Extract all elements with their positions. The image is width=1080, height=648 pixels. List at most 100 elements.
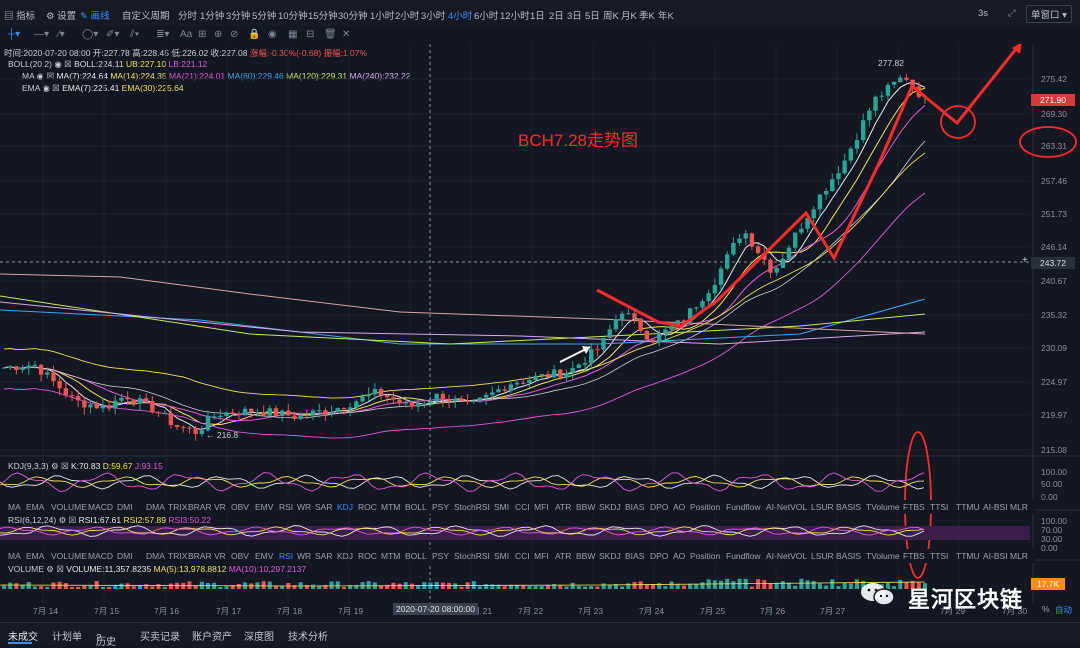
indicator-tab[interactable]: RSI [279,551,293,561]
indicator-tab[interactable]: MACD [88,551,113,561]
indicator-tab[interactable]: SAR [315,502,332,512]
tab-open-orders[interactable]: 未成交 [8,628,38,643]
indicator-tab[interactable]: TTSI [930,551,948,561]
indicator-tab[interactable]: Fundflow [726,551,761,561]
channel-tool-icon[interactable]: ⫽▾ [130,29,139,40]
text-tool-icon[interactable]: Aa [180,29,192,40]
indicator-tab[interactable]: DMA [146,502,165,512]
indicator-tab[interactable]: LSUR [811,502,834,512]
indicator-tab[interactable]: BRAR [188,502,212,512]
tab-depth[interactable]: 深度图 [244,628,274,643]
indicator-tab[interactable]: KDJ [337,502,353,512]
settings-button[interactable]: ⚙ 设置 [46,8,76,22]
indicator-tab[interactable]: TTMU [956,502,980,512]
indicator-tab[interactable]: EMA [26,551,44,561]
group-icon[interactable]: ▦ [288,29,297,40]
indicator-tab[interactable]: OBV [231,551,249,561]
indicator-tab[interactable]: TVolume [866,502,900,512]
period-tab[interactable]: 周K [603,8,619,22]
indicator-tab[interactable]: VR [214,502,226,512]
indicator-tab[interactable]: AO [673,502,685,512]
indicator-button[interactable]: ▤ 指标 [4,8,35,22]
indicator-tab[interactable]: DPO [650,502,668,512]
period-tab[interactable]: 12小时 [500,8,530,22]
indicator-tab[interactable]: BOLL [405,502,427,512]
indicator-tab[interactable]: ROC [358,502,377,512]
close-icon[interactable]: ☒ [61,461,69,471]
indicator-tab[interactable]: SMI [494,502,509,512]
indicator-tab[interactable]: FTBS [903,551,925,561]
indicator-tab[interactable]: ROC [358,551,377,561]
add-alert-icon[interactable]: + [1022,255,1028,266]
tab-technical[interactable]: 技术分析 [288,628,328,643]
indicator-tab[interactable]: MA [8,551,21,561]
indicator-tab[interactable]: RSI [279,502,293,512]
period-tab-active[interactable]: 4小时 [448,8,472,22]
period-tab[interactable]: 6小时 [474,8,498,22]
indicator-tab[interactable]: MFI [534,502,549,512]
indicator-tab[interactable]: AO [673,551,685,561]
period-tab[interactable]: 1小时 [370,8,394,22]
eye-icon[interactable]: ◉ [268,29,277,40]
indicator-tab[interactable]: EMA [26,502,44,512]
indicator-tab[interactable]: AI-BSI [983,551,1008,561]
indicator-tab[interactable]: MTM [381,551,400,561]
indicator-tab[interactable]: StochRSI [454,502,490,512]
period-tab[interactable]: 5日 [585,8,600,22]
indicator-tab[interactable]: MTM [381,502,400,512]
indicator-tab[interactable]: WR [297,502,311,512]
indicator-tab[interactable]: PSY [432,502,449,512]
indicator-tab[interactable]: Position [690,502,720,512]
indicator-tab[interactable]: Fundflow [726,502,761,512]
indicator-tab[interactable]: KDJ [337,551,353,561]
indicator-tab[interactable]: MACD [88,502,113,512]
indicator-tab[interactable]: LSUR [811,551,834,561]
close-icon[interactable]: ☒ [56,564,64,574]
period-tab[interactable]: 30分钟 [338,8,368,22]
ellipse-tool-icon[interactable]: ◯▾ [82,29,98,40]
close-icon[interactable]: ☒ [69,515,77,525]
trash-icon[interactable]: ✕ [342,29,350,40]
period-tab[interactable]: 2日 [549,8,564,22]
indicator-tab[interactable]: BIAS [625,502,644,512]
indicator-tab[interactable]: MLR [1010,551,1028,561]
indicator-tab[interactable]: BRAR [188,551,212,561]
ray-tool-icon[interactable]: ⁄▾ [58,29,65,40]
fullscreen-icon[interactable]: ⤢ [1008,8,1016,19]
indicator-tab[interactable]: TTMU [956,551,980,561]
indicator-tab[interactable]: AI-NetVOL [766,502,807,512]
split-icon[interactable]: ⊟ [306,29,314,40]
indicator-tab[interactable]: AI-NetVOL [766,551,807,561]
period-tab[interactable]: 分时 [178,8,197,22]
delete-icon[interactable]: 🗑 [324,29,337,40]
tab-trade-records[interactable]: 买卖记录 [140,628,180,643]
indicator-tab[interactable]: BOLL [405,551,427,561]
draw-button[interactable]: ✎ 画线 [80,8,110,22]
auto-scale-button[interactable]: 自动 [1055,604,1072,616]
indicator-tab[interactable]: PSY [432,551,449,561]
period-tab[interactable]: 月K [621,8,637,22]
period-tab[interactable]: 5分钟 [252,8,276,22]
indicator-tab[interactable]: FTBS [903,502,925,512]
period-tab[interactable]: 10分钟 [278,8,308,22]
indicator-tab[interactable]: SMI [494,551,509,561]
indicator-tab[interactable]: Position [690,551,720,561]
tab-plan-orders[interactable]: 计划单 [52,628,82,643]
indicator-tab[interactable]: StochRSI [454,551,490,561]
indicator-tab[interactable]: BIAS [625,551,644,561]
indicator-tab[interactable]: DMA [146,551,165,561]
indicator-tab[interactable]: WR [297,551,311,561]
measure-icon[interactable]: ⊞ [198,29,206,40]
indicator-tab[interactable]: TTSI [930,502,948,512]
indicator-tab[interactable]: MFI [534,551,549,561]
indicator-tab[interactable]: SKDJ [599,551,621,561]
period-tab[interactable]: 年K [658,8,674,22]
period-tab[interactable]: 3小时 [421,8,445,22]
period-tab[interactable]: 15分钟 [308,8,338,22]
indicator-tab[interactable]: CCI [515,551,530,561]
indicator-tab[interactable]: MLR [1010,502,1028,512]
crosshair-icon[interactable]: ┼▾ [8,29,20,40]
indicator-tab[interactable]: DMI [117,551,133,561]
tab-account-assets[interactable]: 账户资产 [192,628,232,643]
indicator-tab[interactable]: VR [214,551,226,561]
